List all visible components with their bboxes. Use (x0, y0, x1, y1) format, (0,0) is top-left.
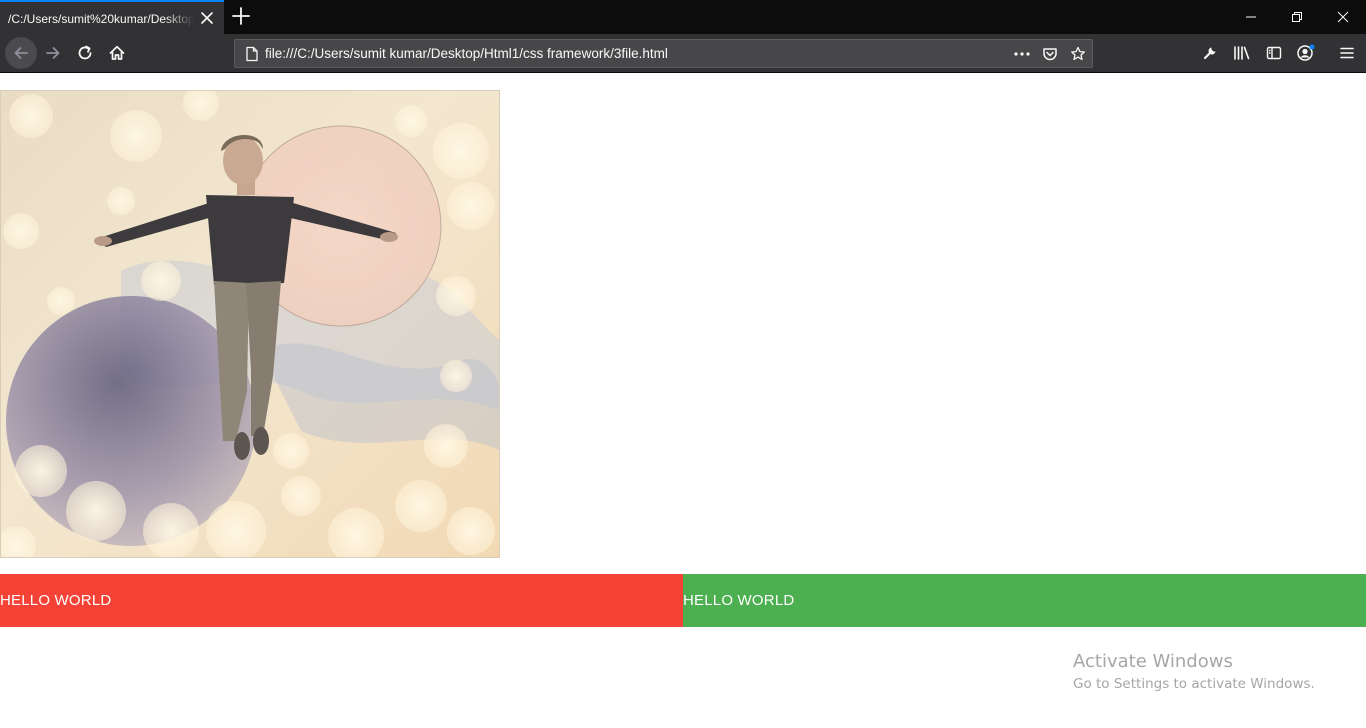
browser-tab[interactable]: /C:/Users/sumit%20kumar/Desktop/Html1/cs… (0, 0, 224, 34)
green-banner: HELLO WORLD (683, 574, 1366, 627)
minimize-icon[interactable] (1228, 0, 1274, 34)
menu-hamburger-icon[interactable] (1332, 39, 1362, 67)
new-tab-plus-icon[interactable] (230, 5, 252, 27)
account-icon[interactable] (1291, 39, 1321, 67)
url-text[interactable]: file:///C:/Users/sumit kumar/Desktop/Htm… (265, 46, 668, 62)
tab-strip: /C:/Users/sumit%20kumar/Desktop/Html1/cs… (0, 0, 1366, 34)
red-banner-text: HELLO WORLD (0, 592, 112, 609)
navigation-toolbar: file:///C:/Users/sumit kumar/Desktop/Htm… (0, 34, 1366, 73)
green-banner-text: HELLO WORLD (683, 592, 795, 609)
activate-windows-watermark: Activate Windows Go to Settings to activ… (1073, 651, 1315, 693)
sidebar-icon[interactable] (1259, 39, 1289, 67)
window-close-icon[interactable] (1320, 0, 1366, 34)
forward-arrow-right-icon[interactable] (38, 39, 68, 67)
library-icon[interactable] (1227, 39, 1257, 67)
reload-icon[interactable] (70, 39, 100, 67)
tab-close-icon[interactable] (198, 9, 216, 27)
page-icon (243, 46, 261, 62)
red-banner: HELLO WORLD (0, 574, 683, 627)
url-bar[interactable]: file:///C:/Users/sumit kumar/Desktop/Htm… (234, 39, 1093, 68)
banner-row: HELLO WORLD HELLO WORLD (0, 574, 1366, 627)
restore-icon[interactable] (1274, 0, 1320, 34)
watermark-title: Activate Windows (1073, 651, 1233, 672)
home-icon[interactable] (102, 39, 132, 67)
hero-image (0, 90, 500, 558)
bookmark-star-icon[interactable] (1069, 46, 1087, 62)
back-arrow-left-icon[interactable] (5, 37, 37, 69)
page-actions-ellipsis-icon[interactable] (1013, 46, 1031, 62)
watermark-subtitle: Go to Settings to activate Windows. (1073, 676, 1315, 692)
tab-title: /C:/Users/sumit%20kumar/Desktop/Html1/cs… (8, 12, 194, 26)
tools-wrench-icon[interactable] (1195, 39, 1225, 67)
pocket-icon[interactable] (1041, 46, 1059, 62)
